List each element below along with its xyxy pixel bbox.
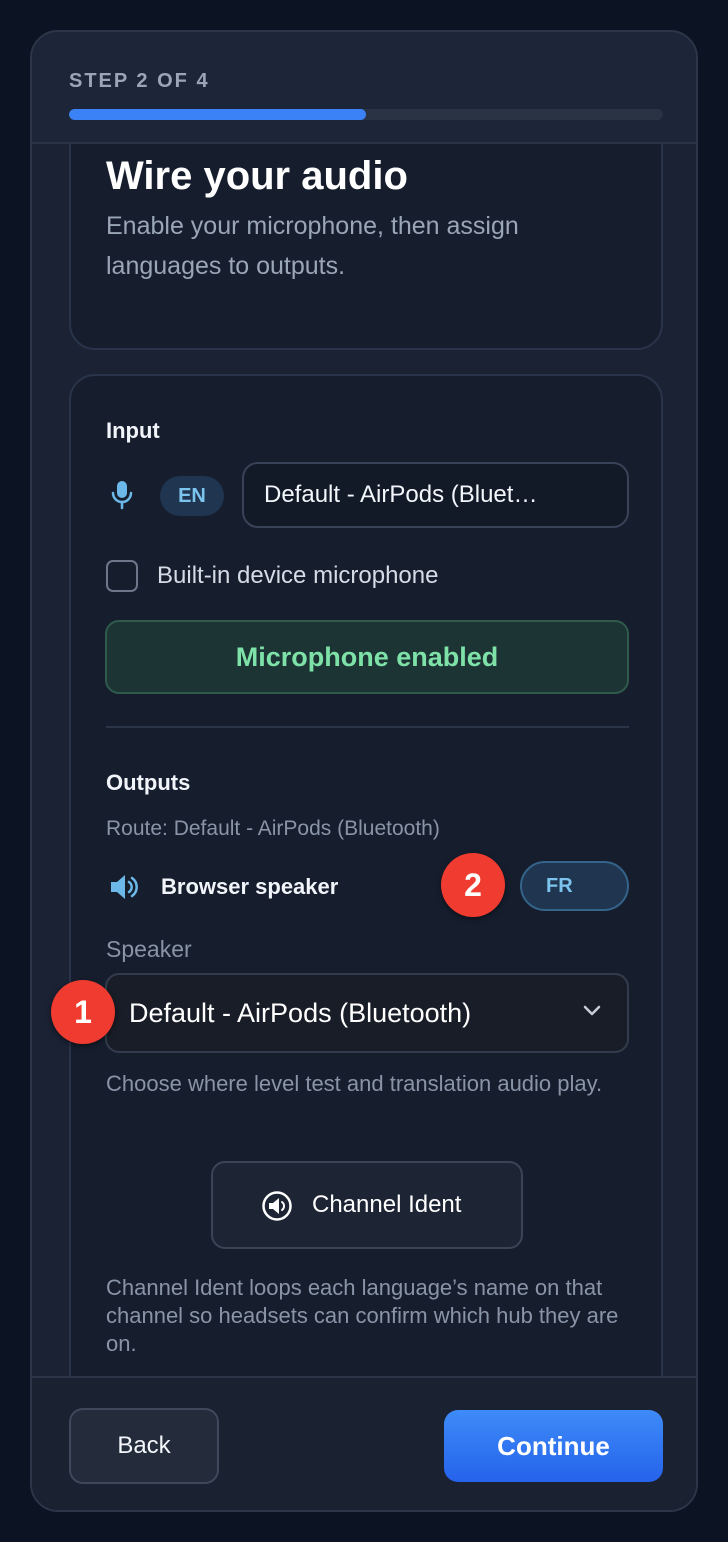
page-subtitle: Enable your microphone, then assign lang… xyxy=(106,212,519,280)
annotation-marker-2: 2 xyxy=(441,853,505,917)
audio-config-card: Input EN Default - AirPods (Bluet… Built… xyxy=(51,374,663,1376)
speaker-select-value: Default - AirPods (Bluetooth) xyxy=(129,998,472,1028)
speaker-select[interactable]: Default - AirPods (Bluetooth) xyxy=(105,973,629,1053)
wizard-footer: Back Continue xyxy=(32,1376,696,1510)
input-device-field[interactable]: Default - AirPods (Bluet… xyxy=(242,462,629,528)
input-section-title: Input xyxy=(106,418,160,443)
annotation-marker-1: 1 xyxy=(51,980,115,1044)
builtin-mic-checkbox[interactable] xyxy=(106,560,138,592)
setup-wizard-modal: STEP 2 OF 4 Wire your audio Enable your … xyxy=(30,30,698,1512)
input-language-badge[interactable]: EN xyxy=(160,476,224,516)
continue-button[interactable]: Continue xyxy=(444,1410,663,1482)
channel-ident-label: Channel Ident xyxy=(312,1191,462,1218)
output-route: Route: Default - AirPods (Bluetooth) xyxy=(106,817,440,840)
channel-ident-icon xyxy=(262,1191,292,1221)
channel-ident-note: Channel Ident loops each language’s name… xyxy=(106,1275,619,1356)
outputs-section-title: Outputs xyxy=(106,770,191,795)
microphone-icon xyxy=(111,481,133,510)
step-label: STEP 2 OF 4 xyxy=(69,70,210,92)
wizard-content[interactable]: Wire your audio Enable your microphone, … xyxy=(32,144,696,1376)
wizard-header: STEP 2 OF 4 xyxy=(32,32,696,144)
progress-bar xyxy=(69,109,663,120)
intro-card: Wire your audio Enable your microphone, … xyxy=(69,144,663,350)
channel-ident-button[interactable]: Channel Ident xyxy=(211,1161,523,1249)
back-button[interactable]: Back xyxy=(69,1408,219,1484)
microphone-status-button[interactable]: Microphone enabled xyxy=(105,620,629,694)
chevron-down-icon xyxy=(583,1005,601,1016)
output-language-button[interactable]: FR xyxy=(520,861,629,911)
speaker-help-text: Choose where level test and translation … xyxy=(106,1071,603,1096)
speaker-field-label: Speaker xyxy=(106,936,192,962)
section-divider xyxy=(106,726,629,728)
progress-fill xyxy=(69,109,366,120)
page-title: Wire your audio xyxy=(106,154,408,198)
builtin-mic-label[interactable]: Built-in device microphone xyxy=(157,562,438,590)
output-speaker-name: Browser speaker xyxy=(161,874,339,899)
speaker-icon xyxy=(111,875,138,899)
